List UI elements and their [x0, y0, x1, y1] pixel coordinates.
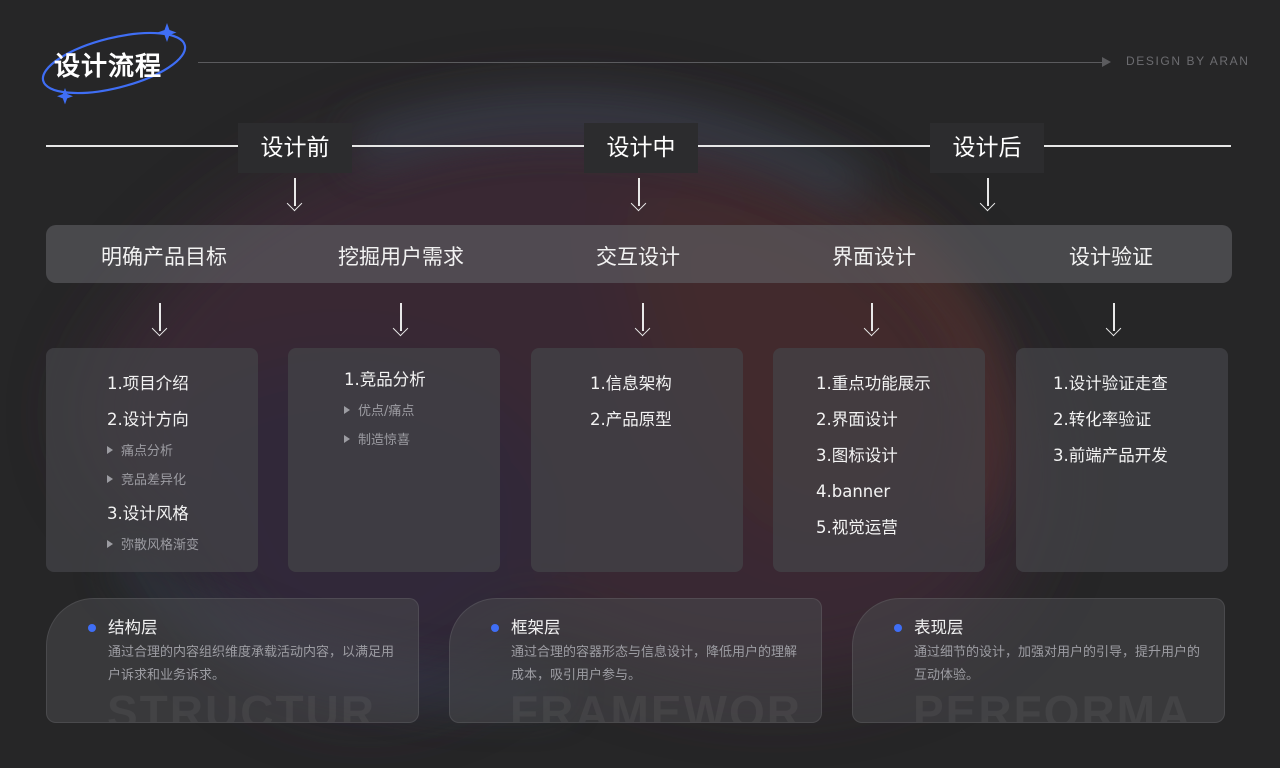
layer-title: 表现层: [914, 618, 964, 637]
phase-after: 设计后: [930, 123, 1044, 173]
layer-description: 通过合理的内容组织维度承载活动内容，以满足用户诉求和业务诉求。: [108, 645, 395, 683]
layer-watermark: PERFORMA: [913, 686, 1193, 723]
credit-text: DESIGN BY ARAN: [1126, 54, 1250, 68]
card-subitem: 制造惊喜: [344, 427, 426, 456]
layer-watermark: FRAMEWOR: [510, 686, 802, 723]
logo: 设计流程: [38, 20, 190, 106]
card-item: 1.信息架构: [590, 374, 672, 393]
card-item: 3.图标设计: [816, 446, 898, 465]
stage-card: 1.项目介绍 2.设计方向痛点分析竞品差异化 3.设计风格弥散风格渐变: [46, 348, 258, 572]
stage-label-product-goal: 明确产品目标: [101, 245, 227, 269]
phase-line: [1044, 145, 1231, 147]
phase-before: 设计前: [238, 123, 352, 173]
triangle-bullet-icon: [344, 435, 350, 443]
card-subitem-text: 弥散风格渐变: [121, 538, 200, 553]
arrow-down-icon: [862, 303, 882, 337]
arrow-down-icon: [978, 178, 998, 212]
stage-card: 1.信息架构 2.产品原型: [531, 348, 743, 572]
layer-title: 结构层: [108, 618, 158, 637]
page-title: 设计流程: [54, 52, 163, 82]
card-item-list: 1.信息架构 2.产品原型: [590, 366, 672, 438]
card-item-list: 1.项目介绍 2.设计方向痛点分析竞品差异化 3.设计风格弥散风格渐变: [107, 366, 199, 561]
header-divider-line: [198, 62, 1108, 63]
layer-panel-performance: PERFORMA 表现层 通过细节的设计，加强对用户的引导，提升用户的互动体验。: [852, 598, 1225, 723]
card-subitem-text: 制造惊喜: [358, 433, 411, 448]
card-item: 4.banner: [816, 482, 891, 501]
phase-line: [46, 145, 238, 147]
layer-watermark: STRUCTUR: [107, 686, 376, 723]
card-item: 2.转化率验证: [1053, 410, 1152, 429]
arrow-down-icon: [150, 303, 170, 337]
card-subitem-text: 痛点分析: [121, 444, 174, 459]
stage-label-user-needs: 挖掘用户需求: [338, 245, 464, 269]
arrow-down-icon: [633, 303, 653, 337]
card-subitem-text: 竞品差异化: [121, 473, 187, 488]
arrow-down-icon: [391, 303, 411, 337]
card-item-list: 1.重点功能展示 2.界面设计 3.图标设计 4.banner 5.视觉运营: [816, 366, 931, 546]
arrow-right-icon: [1102, 57, 1111, 67]
card-item: 5.视觉运营: [816, 518, 898, 537]
card-item-list: 1.竞品分析优点/痛点制造惊喜: [344, 362, 426, 456]
arrow-down-icon: [1104, 303, 1124, 337]
card-subitem: 优点/痛点: [344, 398, 426, 427]
card-item: 3.前端产品开发: [1053, 446, 1168, 465]
phase-during: 设计中: [584, 123, 698, 173]
arrow-down-icon: [629, 178, 649, 212]
bullet-dot-icon: [894, 624, 902, 632]
stage-card: 1.重点功能展示 2.界面设计 3.图标设计 4.banner 5.视觉运营: [773, 348, 985, 572]
card-item: 2.界面设计: [816, 410, 898, 429]
bullet-dot-icon: [491, 624, 499, 632]
card-item: 1.竞品分析: [344, 370, 426, 389]
stage-card: 1.竞品分析优点/痛点制造惊喜: [288, 348, 500, 572]
stage-label-ui: 界面设计: [832, 245, 916, 269]
card-item: 1.重点功能展示: [816, 374, 931, 393]
card-subitem: 痛点分析: [107, 438, 199, 467]
stage-label-validation: 设计验证: [1069, 245, 1153, 269]
phase-line: [698, 145, 930, 147]
card-item: 2.设计方向: [107, 410, 189, 429]
stage-card: 1.设计验证走查 2.转化率验证 3.前端产品开发: [1016, 348, 1228, 572]
layer-description: 通过细节的设计，加强对用户的引导，提升用户的互动体验。: [914, 645, 1201, 683]
layer-description: 通过合理的容器形态与信息设计，降低用户的理解成本，吸引用户参与。: [511, 645, 798, 683]
triangle-bullet-icon: [107, 475, 113, 483]
card-item: 1.项目介绍: [107, 374, 189, 393]
stage-label-interaction: 交互设计: [596, 245, 680, 269]
card-subitem: 竞品差异化: [107, 467, 199, 496]
bullet-dot-icon: [88, 624, 96, 632]
card-item: 1.设计验证走查: [1053, 374, 1168, 393]
card-item: 3.设计风格: [107, 504, 189, 523]
arrow-down-icon: [285, 178, 305, 212]
phase-line: [352, 145, 584, 147]
card-subitem-text: 优点/痛点: [358, 404, 415, 419]
card-item-list: 1.设计验证走查 2.转化率验证 3.前端产品开发: [1053, 366, 1168, 474]
triangle-bullet-icon: [107, 540, 113, 548]
triangle-bullet-icon: [107, 446, 113, 454]
card-item: 2.产品原型: [590, 410, 672, 429]
triangle-bullet-icon: [344, 406, 350, 414]
layer-panel-structure: STRUCTUR 结构层 通过合理的内容组织维度承载活动内容，以满足用户诉求和业…: [46, 598, 419, 723]
card-subitem: 弥散风格渐变: [107, 532, 199, 561]
process-diagram: 设计流程 DESIGN BY ARAN 设计前 设计中 设计后 明确产品目标 挖…: [0, 0, 1280, 768]
layer-title: 框架层: [511, 618, 561, 637]
layer-panel-framework: FRAMEWOR 框架层 通过合理的容器形态与信息设计，降低用户的理解成本，吸引…: [449, 598, 822, 723]
